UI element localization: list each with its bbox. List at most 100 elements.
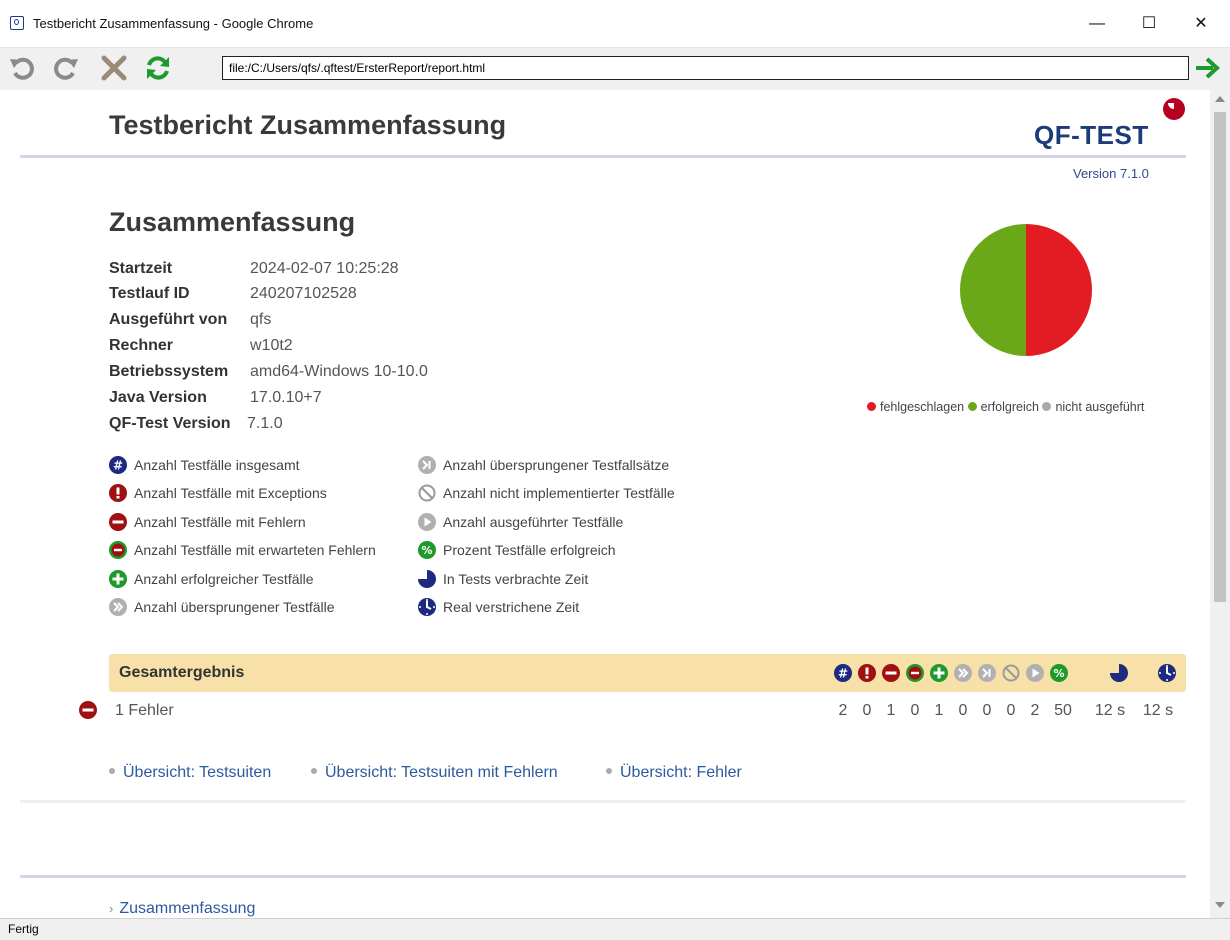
- time-elapsed: 12 s: [1142, 702, 1174, 719]
- hash-icon: #: [109, 456, 127, 474]
- chevron-right-icon: ›: [109, 901, 114, 916]
- legend-failed: fehlgeschlagen: [880, 400, 965, 414]
- page-viewport: Testbericht Zusammenfassung QF-TEST Vers…: [0, 90, 1210, 918]
- exception-icon: [109, 484, 127, 502]
- clock-icon: [1158, 664, 1176, 682]
- scroll-up-arrow-icon[interactable]: [1215, 96, 1225, 102]
- status-bar: Fertig: [0, 918, 1230, 940]
- svg-text:#: #: [113, 459, 123, 473]
- info-key: Startzeit: [109, 260, 173, 277]
- key-label: Anzahl übersprungener Testfälle: [134, 599, 335, 615]
- key-label: In Tests verbrachte Zeit: [443, 571, 589, 587]
- key-label: Anzahl übersprungener Testfallsätze: [443, 457, 670, 473]
- pie-legend: fehlgeschlagen erfolgreich nicht ausgefü…: [867, 400, 1144, 414]
- info-key: Testlauf ID: [109, 285, 190, 302]
- info-value: 17.0.10+7: [250, 389, 322, 406]
- maximize-button[interactable]: ☐: [1134, 10, 1164, 38]
- svg-text:%: %: [1053, 667, 1064, 680]
- key-label: Anzahl Testfälle insgesamt: [134, 457, 300, 473]
- key-label: Prozent Testfälle erfolgreich: [443, 542, 616, 558]
- header-divider: [20, 155, 1186, 158]
- expected-error-icon: [109, 541, 127, 559]
- key-label: Real verstrichene Zeit: [443, 599, 580, 615]
- success-icon: [109, 570, 127, 588]
- link-text[interactable]: Zusammenfassung: [119, 900, 255, 917]
- link-overview-errors[interactable]: Übersicht: Fehler: [606, 764, 742, 782]
- link-overview-testsuites-errors[interactable]: Übersicht: Testsuiten mit Fehlern: [311, 764, 558, 782]
- key-label: Anzahl Testfälle mit Fehlern: [134, 514, 306, 530]
- nav-link-zusammenfassung[interactable]: › Zusammenfassung: [109, 900, 255, 918]
- info-row-qftest-version: QF-Test Version 7.1.0: [109, 415, 283, 433]
- percent-success: 50: [1054, 702, 1072, 719]
- expected-error-icon: [906, 664, 924, 682]
- logo-mark-icon: [1163, 98, 1185, 120]
- legend-dot-passed: [967, 402, 977, 411]
- bullet: [606, 768, 612, 774]
- info-row-startzeit: Startzeit 2024-02-07 10:25:28: [109, 260, 399, 278]
- version-label: Version 7.1.0: [1073, 166, 1149, 181]
- key-label: Anzahl erfolgreicher Testfälle: [134, 571, 314, 587]
- info-row-ausgefuehrt-von: Ausgeführt von qfs: [109, 311, 271, 329]
- info-row-betriebssystem: Betriebssystem amd64-Windows 10-10.0: [109, 363, 428, 381]
- skipped-sets-icon: [418, 456, 436, 474]
- skipped-sets-icon: [978, 664, 996, 682]
- address-bar[interactable]: file:/C:/Users/qfs/.qftest/ErsterReport/…: [222, 56, 1189, 80]
- error-icon: [79, 701, 97, 719]
- key-label: Anzahl Testfälle mit erwarteten Fehlern: [134, 542, 376, 558]
- legend-notrun: nicht ausgeführt: [1055, 400, 1145, 414]
- legend-passed: erfolgreich: [980, 400, 1039, 414]
- link-text[interactable]: Übersicht: Testsuiten mit Fehlern: [325, 764, 558, 781]
- executed-icon: [1026, 664, 1044, 682]
- key-label: Anzahl Testfälle mit Exceptions: [134, 485, 327, 501]
- result-heading: Gesamtergebnis: [119, 664, 245, 681]
- info-value: w10t2: [250, 337, 293, 354]
- pie-slice-passed: [960, 224, 1026, 356]
- info-key: QF-Test Version: [109, 415, 231, 432]
- go-arrow-icon[interactable]: [1193, 54, 1221, 82]
- key-label: Anzahl ausgeführter Testfälle: [443, 514, 624, 530]
- svg-text:#: #: [838, 667, 848, 681]
- app-icon: [10, 16, 24, 30]
- bullet: [109, 768, 115, 774]
- time-icon: [1110, 664, 1128, 682]
- info-key: Rechner: [109, 337, 174, 354]
- summary-heading: Zusammenfassung: [109, 207, 356, 237]
- info-key: Java Version: [109, 389, 207, 406]
- info-value: amd64-Windows 10-10.0: [250, 363, 428, 380]
- window-title: Testbericht Zusammenfassung - Google Chr…: [33, 16, 314, 31]
- vertical-scrollbar[interactable]: [1210, 90, 1230, 918]
- skipped-icon: [109, 598, 127, 616]
- exception-icon: [858, 664, 876, 682]
- browser-toolbar: file:/C:/Users/qfs/.qftest/ErsterReport/…: [0, 48, 1230, 90]
- error-icon: [882, 664, 900, 682]
- pie-slice-failed: [1026, 224, 1092, 356]
- stop-icon[interactable]: [100, 54, 128, 82]
- result-header: Gesamtergebnis # %: [109, 654, 1186, 692]
- minimize-button[interactable]: —: [1082, 10, 1112, 38]
- undo-icon[interactable]: [8, 54, 36, 82]
- scroll-down-arrow-icon[interactable]: [1215, 902, 1225, 908]
- executed-icon: [418, 513, 436, 531]
- scrollbar-thumb[interactable]: [1214, 112, 1226, 602]
- not-implemented-icon: [418, 484, 436, 502]
- info-value: 7.1.0: [247, 415, 283, 432]
- info-value: 2024-02-07 10:25:28: [250, 260, 399, 277]
- page-title: Testbericht Zusammenfassung: [109, 110, 507, 140]
- svg-text:%: %: [421, 544, 432, 557]
- info-value: 240207102528: [250, 285, 357, 302]
- redo-icon[interactable]: [52, 54, 80, 82]
- not-implemented-icon: [1002, 664, 1020, 682]
- refresh-icon[interactable]: [144, 54, 172, 82]
- error-icon: [109, 513, 127, 531]
- link-overview-testsuites[interactable]: Übersicht: Testsuiten: [109, 764, 271, 782]
- link-text[interactable]: Übersicht: Testsuiten: [123, 764, 271, 781]
- time-icon: [418, 570, 436, 588]
- footer-divider: [20, 875, 1186, 878]
- bullet: [311, 768, 317, 774]
- percent-icon: %: [1050, 664, 1068, 682]
- link-text[interactable]: Übersicht: Fehler: [620, 764, 742, 781]
- close-window-button[interactable]: ✕: [1186, 10, 1216, 38]
- info-row-testlauf-id: Testlauf ID 240207102528: [109, 285, 357, 303]
- qftest-logo: QF-TEST: [1034, 120, 1149, 150]
- legend-dot-failed: [867, 402, 876, 411]
